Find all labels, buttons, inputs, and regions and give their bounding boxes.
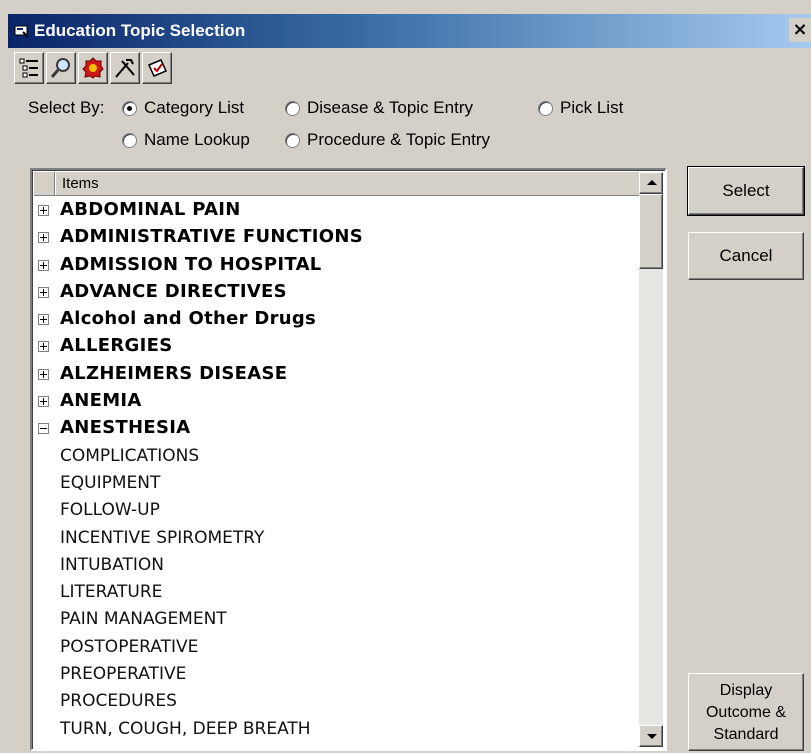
education-topic-dialog: Education Topic Selection × Select By: C… <box>0 0 811 753</box>
subitem-row[interactable]: PREOPERATIVE <box>34 661 639 688</box>
subitem-label: POSTOPERATIVE <box>60 636 199 657</box>
list-rows: ABDOMINAL PAIN ADMINISTRATIVE FUNCTIONS … <box>34 197 639 743</box>
category-label: ALZHEIMERS DISEASE <box>60 362 288 384</box>
scroll-down-button[interactable] <box>639 725 663 747</box>
tree-list-icon <box>19 58 38 78</box>
category-row[interactable]: ADMINISTRATIVE FUNCTIONS <box>34 224 639 251</box>
collapse-minus-icon[interactable] <box>38 423 49 435</box>
display-button-line3: Standard <box>713 726 779 743</box>
expand-plus-icon[interactable] <box>38 368 49 380</box>
radio-dot <box>122 101 137 116</box>
category-row[interactable]: ALZHEIMERS DISEASE <box>34 361 639 388</box>
red-badge-icon <box>82 57 104 79</box>
radio-label: Disease & Topic Entry <box>307 98 473 117</box>
radio-label: Pick List <box>560 98 624 117</box>
category-row[interactable]: Alcohol and Other Drugs <box>34 306 639 333</box>
radio-label: Procedure & Topic Entry <box>307 130 490 149</box>
category-row[interactable]: ANEMIA <box>34 388 639 415</box>
magnifier-icon <box>50 58 70 78</box>
list-header[interactable]: Items <box>34 172 639 196</box>
expand-plus-icon[interactable] <box>38 205 49 216</box>
subitem-label: EQUIPMENT <box>60 472 161 493</box>
expand-plus-icon[interactable] <box>38 232 49 244</box>
cancel-button[interactable]: Cancel <box>688 232 804 280</box>
category-label: ALLERGIES <box>60 335 173 357</box>
tree-list-button[interactable] <box>14 52 44 84</box>
window-title: Education Topic Selection <box>34 21 246 40</box>
display-button-line1: Display <box>719 682 773 699</box>
category-label: ABDOMINAL PAIN <box>60 199 241 220</box>
subitem-label: LITERATURE <box>60 582 163 603</box>
radio-dot <box>285 101 300 116</box>
subitem-label: TURN, COUGH, DEEP BREATH <box>60 718 311 739</box>
subitem-row[interactable]: INTUBATION <box>34 552 639 579</box>
arrow-down-icon <box>647 734 657 739</box>
subitem-label: PREOPERATIVE <box>60 664 187 685</box>
category-label: ADMINISTRATIVE FUNCTIONS <box>60 226 364 248</box>
expand-plus-icon[interactable] <box>38 286 49 298</box>
vertical-scrollbar[interactable] <box>639 172 663 747</box>
subitem-row[interactable]: FOLLOW-UP <box>34 497 639 524</box>
search-button[interactable] <box>46 52 76 84</box>
select-by-label: Select By: <box>28 98 105 117</box>
header-blank-cell <box>34 172 55 195</box>
subitem-label: PROCEDURES <box>60 691 177 712</box>
items-tree-list[interactable]: Items ABDOMINAL PAIN ADMINISTRATIVE FUNC… <box>30 168 667 751</box>
category-label: Alcohol and Other Drugs <box>60 308 317 330</box>
subitem-row[interactable]: INCENTIVE SPIROMETRY <box>34 525 639 552</box>
expand-plus-icon[interactable] <box>38 341 49 353</box>
category-label: ANESTHESIA <box>60 417 191 439</box>
subitem-label: COMPLICATIONS <box>60 445 200 466</box>
tools-button[interactable] <box>110 52 140 84</box>
radio-dot <box>285 133 300 148</box>
subitem-label: FOLLOW-UP <box>60 500 160 521</box>
radio-label: Name Lookup <box>144 130 250 149</box>
subitem-row[interactable]: TURN, COUGH, DEEP BREATH <box>34 716 639 743</box>
display-button-line2: Outcome & <box>705 704 787 721</box>
tools-icon <box>115 59 135 78</box>
category-row[interactable]: ADMISSION TO HOSPITAL <box>34 252 639 279</box>
subitem-row[interactable]: PROCEDURES <box>34 688 639 715</box>
scroll-up-button[interactable] <box>639 172 663 194</box>
subitem-label: PAIN MANAGEMENT <box>60 609 227 630</box>
category-label: ADVANCE DIRECTIVES <box>60 280 287 302</box>
subitem-row[interactable]: POSTOPERATIVE <box>34 634 639 661</box>
expand-plus-icon[interactable] <box>38 259 49 271</box>
items-column-header[interactable]: Items <box>62 175 99 192</box>
radio-dot <box>538 101 553 116</box>
expand-plus-icon[interactable] <box>38 396 49 408</box>
subitem-label: INTUBATION <box>60 554 165 575</box>
category-label: ANEMIA <box>60 390 142 412</box>
category-label: ADMISSION TO HOSPITAL <box>60 253 322 275</box>
display-outcome-standard-button[interactable]: Display Outcome & Standard <box>688 673 804 751</box>
subitem-row[interactable]: COMPLICATIONS <box>34 443 639 470</box>
document-check-button[interactable] <box>142 52 172 84</box>
window-icon <box>14 25 29 38</box>
subitem-row[interactable]: LITERATURE <box>34 579 639 606</box>
subitem-label: INCENTIVE SPIROMETRY <box>60 527 265 548</box>
scroll-thumb[interactable] <box>639 194 663 269</box>
red-badge-button[interactable] <box>78 52 108 84</box>
arrow-up-icon <box>647 180 657 185</box>
title-bar[interactable]: Education Topic Selection × <box>8 14 811 48</box>
select-button[interactable]: Select <box>687 166 805 216</box>
category-row[interactable]: ABDOMINAL PAIN <box>34 197 639 224</box>
radio-dot <box>122 133 137 148</box>
expand-plus-icon[interactable] <box>38 314 49 326</box>
radio-label: Category List <box>144 98 245 117</box>
subitem-row[interactable]: EQUIPMENT <box>34 470 639 497</box>
category-row[interactable]: ALLERGIES <box>34 333 639 360</box>
category-row-expanded[interactable]: ANESTHESIA <box>34 415 639 442</box>
close-button[interactable]: × <box>789 18 811 42</box>
document-check-icon <box>147 59 168 77</box>
category-row[interactable]: ADVANCE DIRECTIVES <box>34 279 639 306</box>
subitem-row[interactable]: PAIN MANAGEMENT <box>34 606 639 633</box>
